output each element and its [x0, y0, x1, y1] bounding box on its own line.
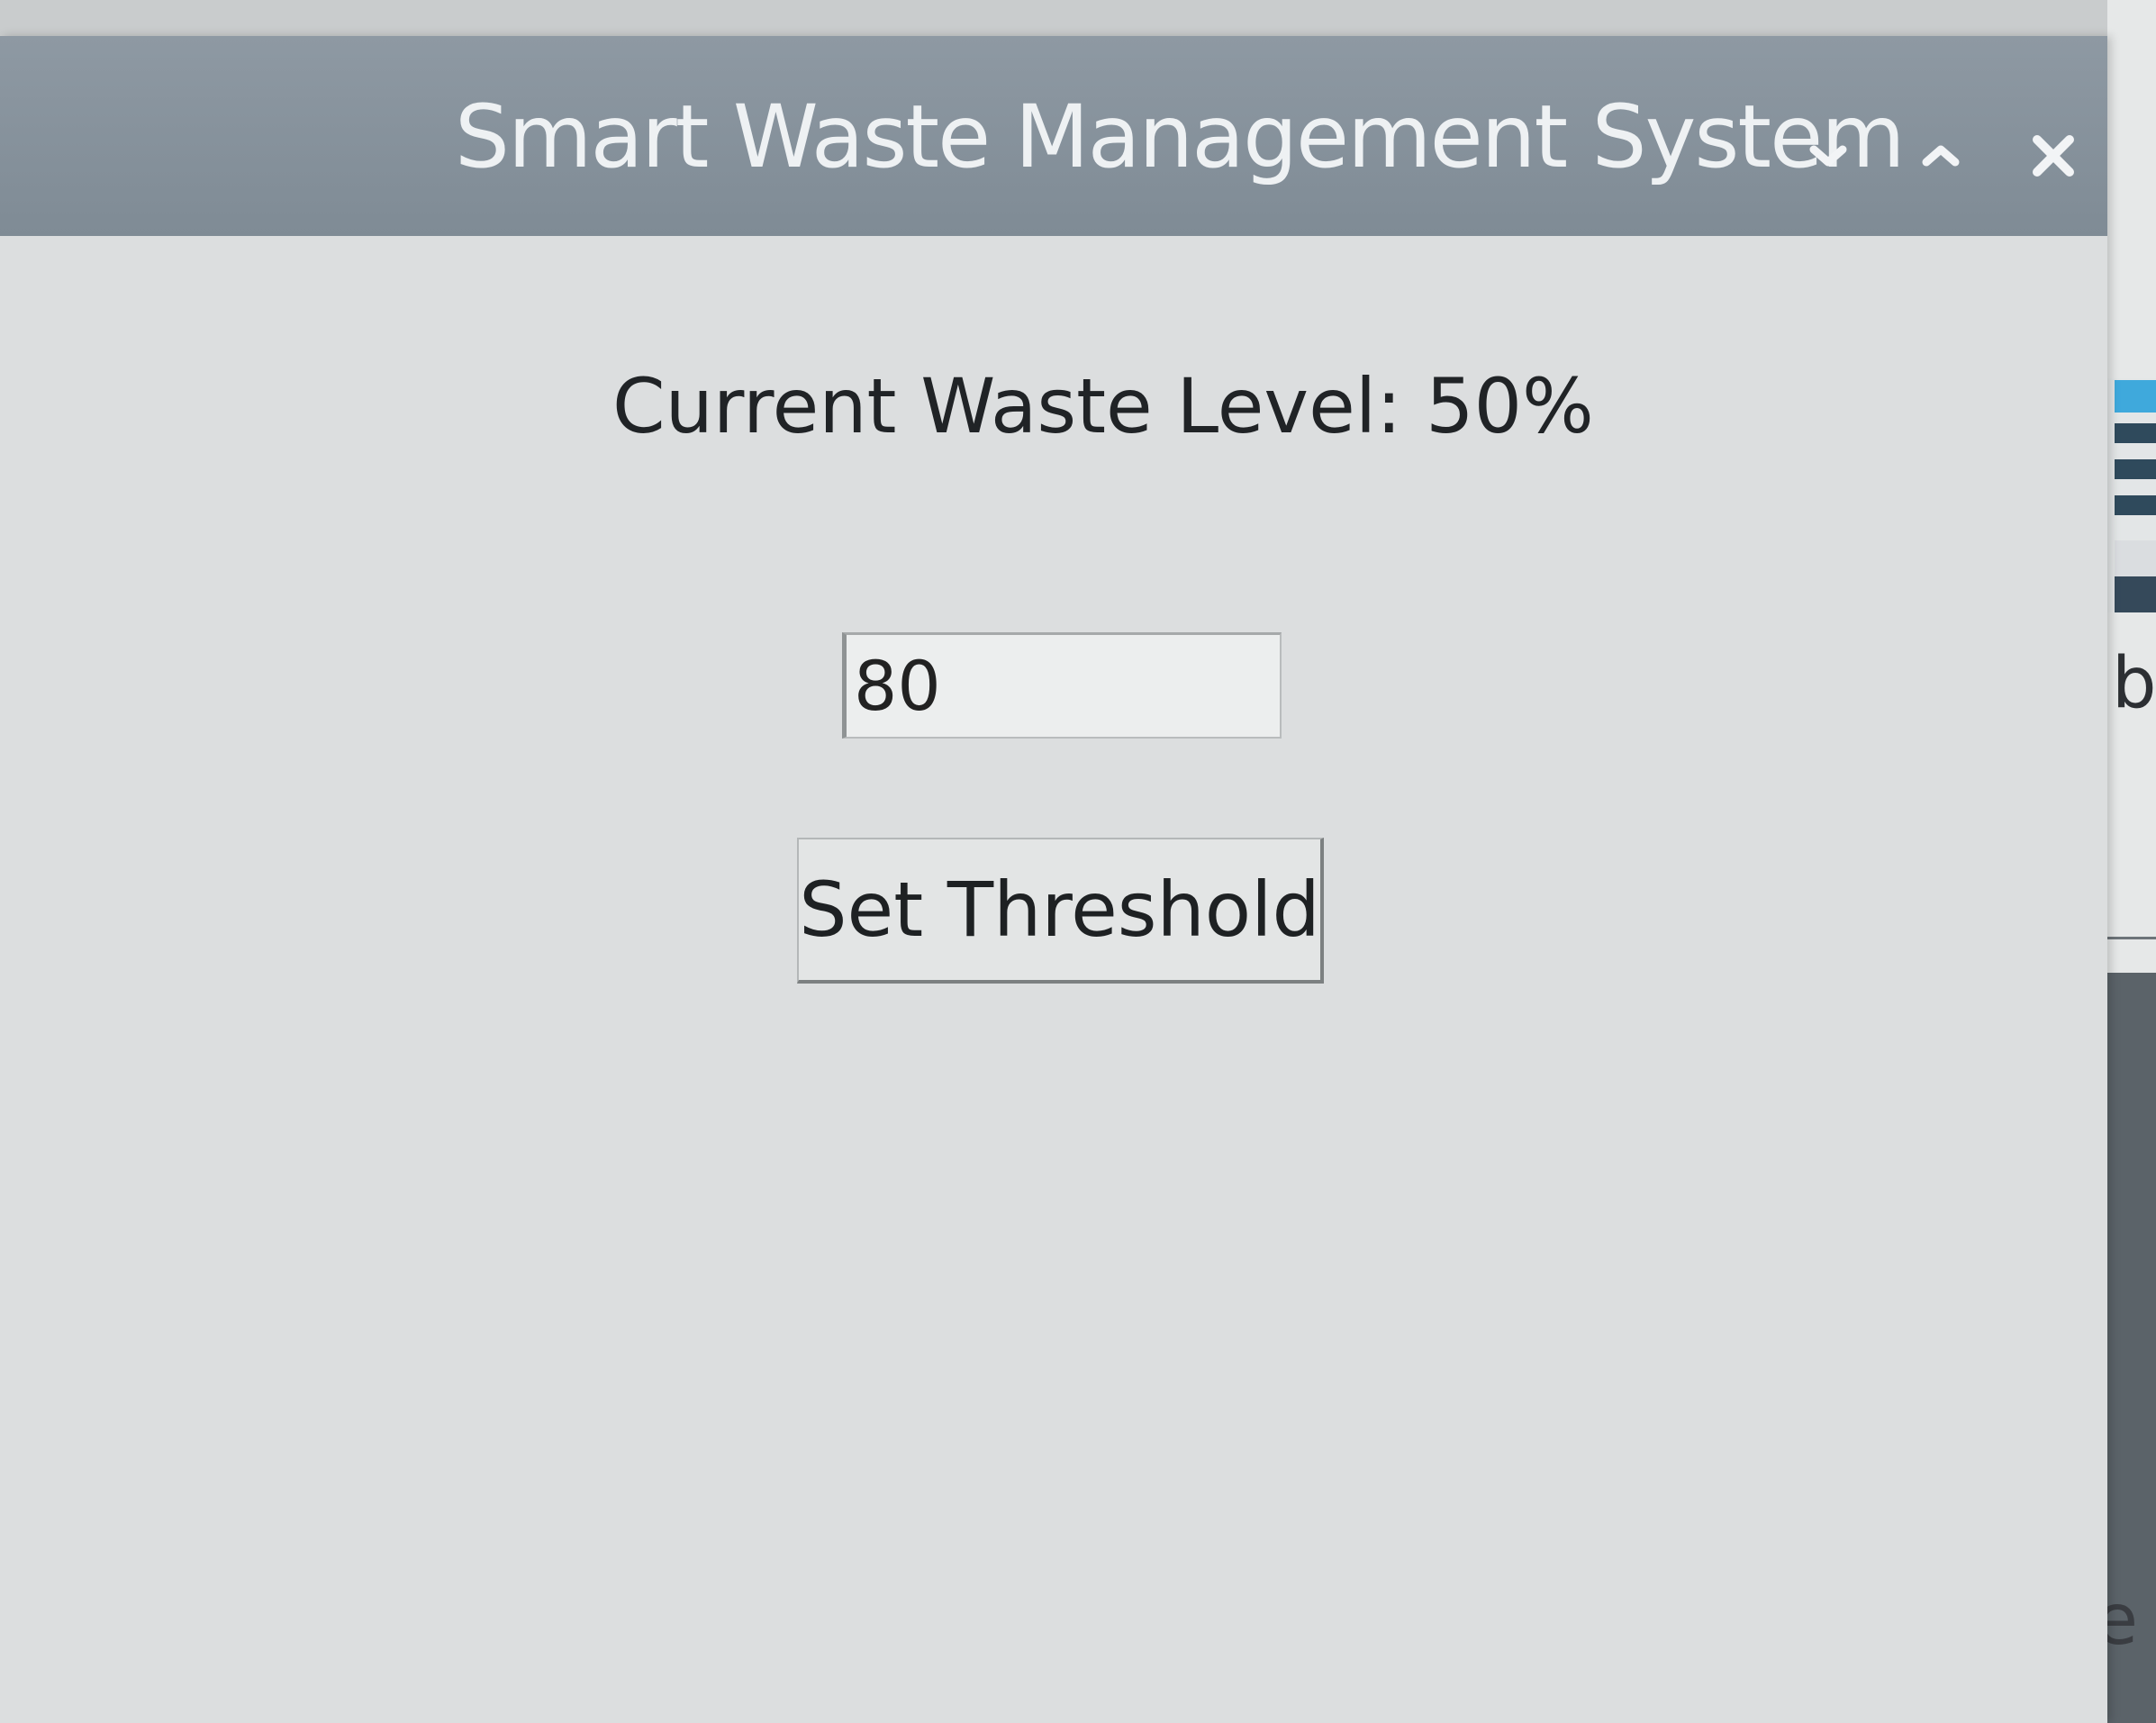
waste-level-label: Current Waste Level: 50%: [612, 362, 1594, 450]
background-window-stripe: [2115, 495, 2156, 515]
threshold-input[interactable]: [842, 632, 1282, 739]
close-icon: [2030, 132, 2077, 179]
background-window-accent: [2115, 380, 2156, 413]
background-window-text: b: [2112, 643, 2156, 724]
desktop-background: [0, 0, 2156, 36]
close-button[interactable]: [2013, 115, 2094, 196]
window-content: Current Waste Level: 50% Set Threshold: [0, 236, 2107, 1723]
chevron-up-icon: [1921, 142, 1961, 169]
maximize-button[interactable]: [1900, 115, 1981, 196]
background-window-divider: [2107, 937, 2156, 939]
set-threshold-button[interactable]: Set Threshold: [797, 838, 1324, 984]
chevron-down-icon: [1808, 142, 1848, 169]
background-window-stripe: [2115, 423, 2156, 443]
app-window: Smart Waste Management System Current Wa…: [0, 36, 2107, 1723]
window-title: Smart Waste Management System: [455, 86, 1906, 187]
background-window-stripe: [2115, 576, 2156, 612]
background-window-stripe: [2115, 459, 2156, 479]
minimize-button[interactable]: [1788, 115, 1869, 196]
title-bar[interactable]: Smart Waste Management System: [0, 36, 2107, 236]
